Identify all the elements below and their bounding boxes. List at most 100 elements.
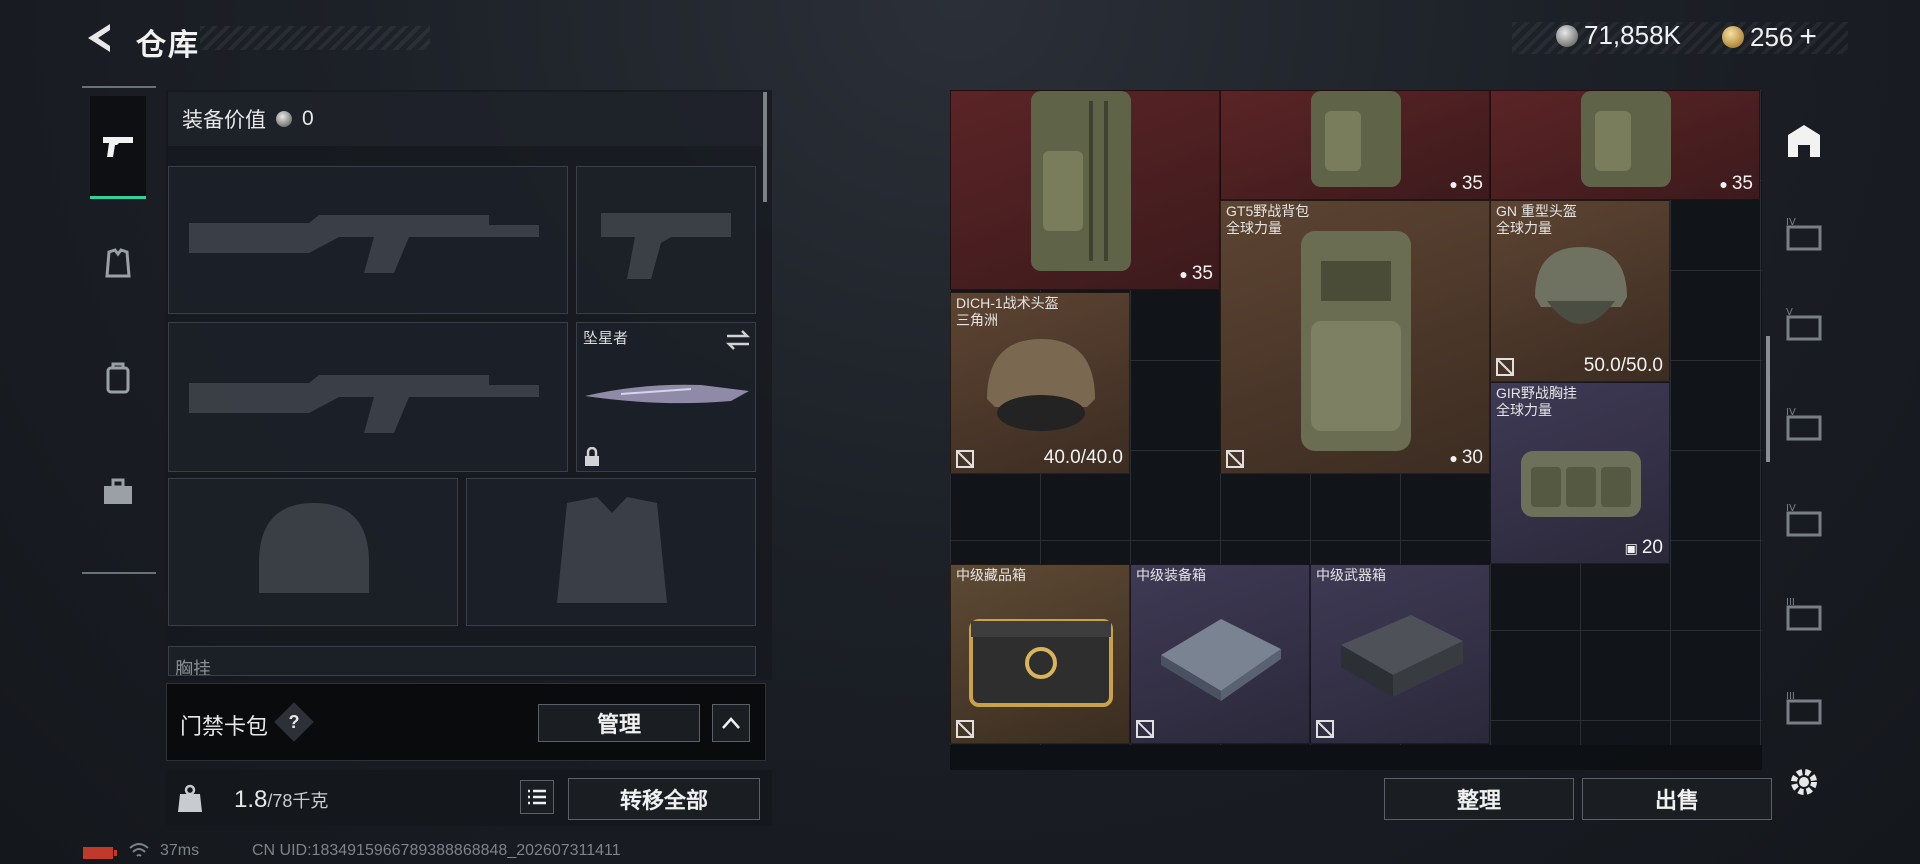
swap-icon[interactable] <box>725 329 751 351</box>
armor-icon <box>105 248 131 278</box>
weight-readout: 1.8 /78千克 <box>234 786 328 814</box>
svg-text:IV: IV <box>1786 217 1796 228</box>
svg-text:V: V <box>1786 307 1793 318</box>
item-value: ▣ 20 <box>1624 537 1663 558</box>
no-trade-icon <box>956 720 974 738</box>
pistol-silhouette-icon <box>601 213 731 279</box>
rifle-silhouette-icon <box>189 215 539 273</box>
tab-weapons[interactable] <box>90 96 146 199</box>
item-durability: 50.0/50.0 <box>1583 355 1663 376</box>
primary-weapon-slot[interactable] <box>168 166 568 314</box>
helmet-silhouette-icon <box>259 503 369 593</box>
gold-currency[interactable]: 256 + <box>1722 20 1817 54</box>
back-arrow-icon[interactable] <box>82 20 118 56</box>
backpack-icon <box>1031 91 1131 271</box>
inventory-item[interactable]: GIR野战胸挂 全球力量 ▣ 20 <box>1490 382 1670 564</box>
chest-rig-icon <box>1521 451 1641 517</box>
equip-value-header: 装备价值 0 <box>168 92 762 146</box>
backpack-icon <box>106 362 130 394</box>
vest-silhouette-icon <box>557 497 667 603</box>
storage-tab-icon[interactable] <box>1784 121 1824 161</box>
secondary-weapon-slot[interactable] <box>168 322 568 472</box>
tab-backpack[interactable] <box>90 328 146 428</box>
sidearm-slot[interactable] <box>576 166 756 314</box>
item-durability: 40.0/40.0 <box>1043 447 1123 468</box>
storage-tab-icon[interactable]: IV <box>1784 405 1824 445</box>
item-value: ● 35 <box>1179 263 1213 284</box>
backpack-icon <box>1581 91 1671 187</box>
title-decoration <box>200 26 430 50</box>
tab-armor[interactable] <box>90 214 146 314</box>
inventory-item[interactable]: GT5野战背包 全球力量 ● 30 <box>1220 200 1490 474</box>
inventory-item[interactable]: GN 重型头盔 全球力量 50.0/50.0 <box>1490 200 1670 382</box>
inventory-item[interactable]: 中级装备箱 <box>1130 564 1310 744</box>
melee-name: 坠星者 <box>583 330 629 347</box>
storage-tab-icon[interactable]: III <box>1784 595 1824 635</box>
collectible-case-icon <box>969 619 1113 707</box>
item-name: GIR野战胸挂 全球力量 <box>1496 385 1577 418</box>
no-trade-icon <box>1316 720 1334 738</box>
item-value: ● 35 <box>1719 173 1753 194</box>
storage-tab-icon[interactable]: III <box>1784 689 1824 729</box>
svg-text:IV: IV <box>1786 503 1796 514</box>
chevron-up-icon <box>722 717 740 729</box>
weight-max: /78千克 <box>267 791 329 811</box>
chest-rig-label: 胸挂 <box>175 659 211 676</box>
silver-coin-icon <box>1556 24 1578 47</box>
weight-current: 1.8 <box>234 786 268 813</box>
weight-icon: ● <box>1719 176 1728 192</box>
svg-text:IV: IV <box>1786 407 1796 418</box>
weight-icon <box>178 784 202 812</box>
inventory-item[interactable]: 中级藏品箱 <box>950 564 1130 744</box>
ping-readout: 37ms <box>160 842 200 859</box>
inventory-item[interactable]: ● 35 <box>950 90 1220 290</box>
lock-icon <box>585 447 599 466</box>
item-value: ● 35 <box>1449 173 1483 194</box>
svg-text:III: III <box>1786 597 1795 608</box>
no-trade-icon <box>1226 450 1244 468</box>
loadout-scrollbar[interactable] <box>763 92 767 202</box>
svg-text:III: III <box>1786 691 1795 702</box>
storage-tab-icon[interactable]: V <box>1784 305 1824 345</box>
gold-amount: 256 <box>1750 21 1794 52</box>
sell-button[interactable]: 出售 <box>1582 778 1772 820</box>
item-name: 中级装备箱 <box>1136 567 1206 583</box>
item-name: DICH-1战术头盔 三角洲 <box>956 295 1059 328</box>
equip-value: 0 <box>302 107 314 130</box>
knife-icon <box>585 384 749 404</box>
item-name: 中级武器箱 <box>1316 567 1386 583</box>
storage-tab-icon[interactable]: IV <box>1784 215 1824 255</box>
help-icon[interactable]: ? <box>280 708 308 736</box>
item-name: GN 重型头盔 全球力量 <box>1496 203 1577 236</box>
tab-tools[interactable] <box>90 442 146 542</box>
collapse-button[interactable] <box>712 704 750 742</box>
add-gold-icon[interactable]: + <box>1799 20 1817 54</box>
chest-rig-slot[interactable]: 胸挂 <box>168 646 756 676</box>
silver-coin-icon <box>276 111 292 127</box>
wifi-icon <box>129 843 149 857</box>
rifle-silhouette-icon <box>189 375 539 433</box>
toolbox-icon <box>104 478 132 504</box>
inventory-item[interactable]: ● 35 <box>1220 90 1490 200</box>
page-title: 仓库 <box>136 29 200 62</box>
weight-icon: ● <box>1449 450 1458 466</box>
melee-slot[interactable]: 坠星者 <box>576 322 756 472</box>
keycard-label: 门禁卡包 <box>180 714 269 739</box>
weapon-case-icon <box>1341 615 1463 697</box>
inventory-item[interactable]: DICH-1战术头盔 三角洲 40.0/40.0 <box>950 292 1130 474</box>
sort-button[interactable]: 整理 <box>1384 778 1574 820</box>
equip-value-label: 装备价值 <box>182 109 266 132</box>
no-trade-icon <box>956 450 974 468</box>
manage-button[interactable]: 管理 <box>538 704 700 742</box>
inventory-item[interactable]: ● 35 <box>1490 90 1760 200</box>
settings-icon[interactable] <box>1786 764 1822 800</box>
list-view-button[interactable] <box>520 780 554 814</box>
helmet-slot[interactable] <box>168 478 458 626</box>
armor-slot[interactable] <box>466 478 756 626</box>
silver-amount: 71,858K <box>1584 20 1681 50</box>
storage-tabs: IV V IV IV III III <box>1768 105 1838 765</box>
no-trade-icon <box>1136 720 1154 738</box>
inventory-item[interactable]: 中级武器箱 <box>1310 564 1490 744</box>
transfer-all-button[interactable]: 转移全部 <box>568 778 760 820</box>
storage-tab-icon[interactable]: IV <box>1784 501 1824 541</box>
